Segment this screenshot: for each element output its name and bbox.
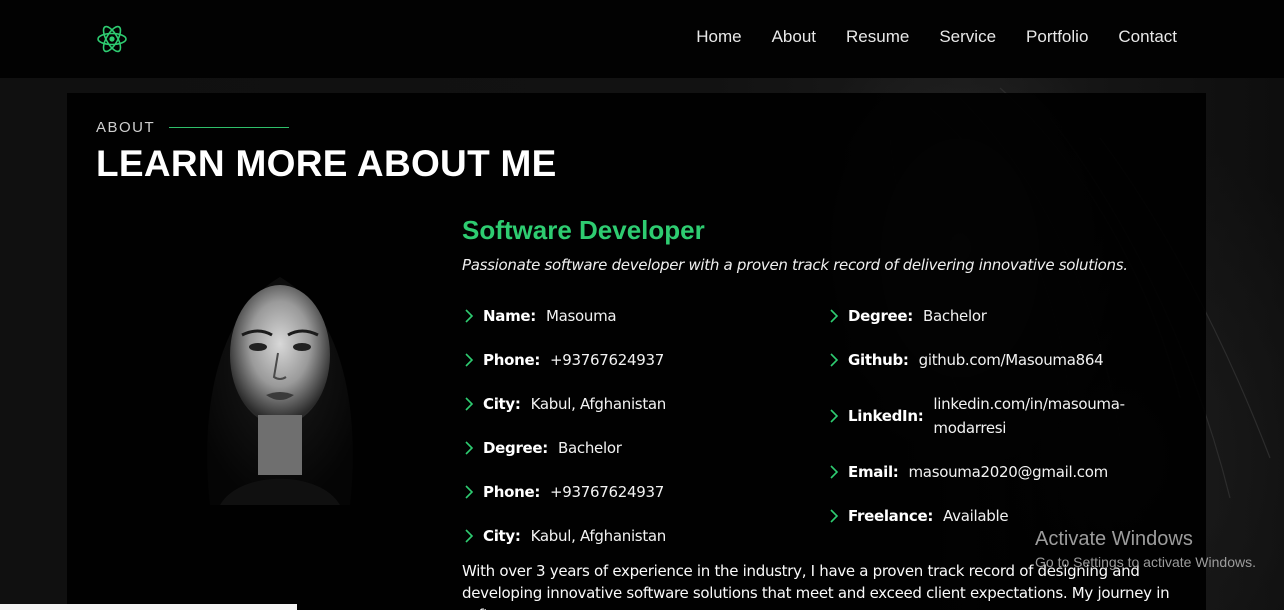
top-navbar: Home About Resume Service Portfolio Cont… [0,0,1284,78]
nav-portfolio-link[interactable]: Portfolio [1026,27,1088,47]
info-key: Degree: [848,307,914,325]
chevron-right-icon [465,353,474,367]
info-value: Bachelor [923,307,987,325]
info-item-email: Email: masouma2020@gmail.com [827,450,1157,494]
info-item-degree: Degree: Bachelor [827,294,1157,338]
info-list-left: Name: Masouma Phone: +93767624937 City: … [462,294,802,558]
info-key: City: [483,527,521,545]
section-label: ABOUT [96,119,290,136]
email-link[interactable]: masouma2020@gmail.com [908,460,1108,484]
chevron-right-icon [465,441,474,455]
chevron-right-icon [465,485,474,499]
nav-service-link[interactable]: Service [939,27,996,47]
info-list-right: Degree: Bachelor Github: github.com/Maso… [827,294,1157,538]
info-key: Freelance: [848,507,934,525]
info-value: Kabul, Afghanistan [530,395,667,413]
role-title: Software Developer [462,215,705,245]
section-title: LEARN MORE ABOUT ME [96,143,557,184]
nav-contact-link[interactable]: Contact [1118,27,1177,47]
chevron-right-icon [830,509,839,523]
chevron-right-icon [830,353,839,367]
info-key: City: [483,395,521,413]
info-item-phone-2: Phone: +93767624937 [462,470,802,514]
tagline: Passionate software developer with a pro… [462,256,1128,274]
info-key: Degree: [483,439,549,457]
main-nav: Home About Resume Service Portfolio Cont… [696,27,1177,47]
chevron-right-icon [465,309,474,323]
chevron-right-icon [830,409,839,423]
watermark-subtitle: Go to Settings to activate Windows. [1035,554,1256,570]
info-item-city-2: City: Kabul, Afghanistan [462,514,802,558]
watermark-title: Activate Windows [1035,528,1193,550]
github-link[interactable]: github.com/Masouma864 [919,348,1104,372]
nav-resume-link[interactable]: Resume [846,27,909,47]
section-label-text: ABOUT [96,119,156,136]
info-value: Available [943,507,1009,525]
info-item-linkedin: LinkedIn: linkedin.com/in/masouma-modarr… [827,382,1157,450]
linkedin-link[interactable]: linkedin.com/in/masouma-modarresi [933,392,1133,440]
info-item-phone: Phone: +93767624937 [462,338,802,382]
react-atom-icon[interactable] [96,23,128,55]
info-item-city: City: Kabul, Afghanistan [462,382,802,426]
chevron-right-icon [465,529,474,543]
nav-home-link[interactable]: Home [696,27,741,47]
section-label-rule [169,127,290,128]
info-key: Phone: [483,483,541,501]
info-item-name: Name: Masouma [462,294,802,338]
info-key: Name: [483,307,536,325]
info-item-degree: Degree: Bachelor [462,426,802,470]
info-value: +93767624937 [550,351,664,369]
taskbar-edge [0,604,297,610]
info-value: Masouma [545,307,617,325]
info-key: Email: [848,463,899,481]
windows-activation-watermark: Activate Windows Go to Settings to activ… [1035,528,1256,570]
chevron-right-icon [465,397,474,411]
nav-about-link[interactable]: About [772,27,816,47]
info-item-github: Github: github.com/Masouma864 [827,338,1157,382]
info-key: LinkedIn: [848,407,924,425]
info-value: +93767624937 [550,483,664,501]
profile-photo [207,277,353,505]
info-key: Phone: [483,351,541,369]
chevron-right-icon [830,465,839,479]
info-value: Bachelor [558,439,622,457]
chevron-right-icon [830,309,839,323]
info-key: Github: [848,351,909,369]
info-value: Kabul, Afghanistan [530,527,667,545]
